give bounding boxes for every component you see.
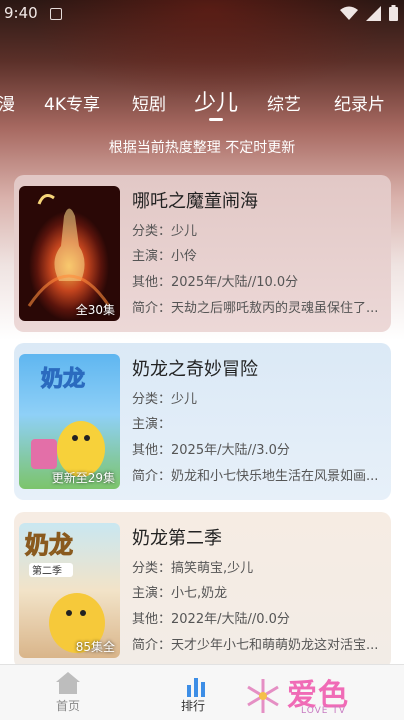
rank-icon xyxy=(187,678,205,697)
poster-image: 奶龙 第二季 85集全 xyxy=(19,523,120,658)
video-other: 其他：2022年/大陆//0.0分 xyxy=(132,612,290,627)
snowflake-icon xyxy=(247,679,279,713)
tab-4k[interactable]: 4K专享 xyxy=(44,90,100,115)
episode-badge: 全30集 xyxy=(75,303,115,317)
watermark-logo: 爱色 LOVE TV xyxy=(243,670,363,720)
battery-icon xyxy=(389,5,398,21)
tab-variety[interactable]: 综艺 xyxy=(267,90,301,115)
video-title: 奶龙第二季 xyxy=(132,528,222,549)
poster-image: 奶龙 更新至29集 xyxy=(19,354,120,489)
poster-image: 全30集 xyxy=(19,186,120,321)
video-title: 哪吒之魔童闹海 xyxy=(132,191,258,212)
wifi-icon xyxy=(340,6,358,20)
video-card[interactable]: 奶龙 更新至29集 奶龙之奇妙冒险 分类：少儿 主演： 其他：2025年/大陆/… xyxy=(14,343,391,500)
video-cast: 主演：小伶 xyxy=(132,249,198,264)
category-tabs: 漫 4K专享 短剧 少儿 综艺 纪录片 xyxy=(0,80,404,121)
video-other: 其他：2025年/大陆//10.0分 xyxy=(132,275,299,290)
video-category: 分类：少儿 xyxy=(132,224,198,239)
home-icon xyxy=(56,672,80,694)
status-time: 9:40 xyxy=(4,4,38,22)
video-card[interactable]: 全30集 哪吒之魔童闹海 分类：少儿 主演：小伶 其他：2025年/大陆//10… xyxy=(14,175,391,332)
video-intro: 简介：天劫之后哪吒敖丙的灵魂虽保住了... xyxy=(132,301,379,316)
status-bar: 9:40 xyxy=(0,0,404,28)
status-icons xyxy=(340,5,398,21)
video-category: 分类：少儿 xyxy=(132,392,198,407)
notification-icon xyxy=(50,8,62,20)
video-card[interactable]: 奶龙 第二季 85集全 奶龙第二季 分类：搞笑萌宝,少儿 主演：小七,奶龙 其他… xyxy=(14,512,391,669)
tab-kids[interactable]: 少儿 xyxy=(194,85,238,117)
video-category: 分类：搞笑萌宝,少儿 xyxy=(132,561,254,576)
episode-badge: 更新至29集 xyxy=(51,471,115,485)
tab-documentary[interactable]: 纪录片 xyxy=(334,90,385,115)
video-intro: 简介：奶龙和小七快乐地生活在风景如画... xyxy=(132,469,379,484)
signal-icon xyxy=(366,5,381,21)
svg-text:第二季: 第二季 xyxy=(32,564,62,577)
active-tab-indicator xyxy=(209,118,223,121)
svg-text:奶龙: 奶龙 xyxy=(25,531,73,559)
video-cast: 主演：小七,奶龙 xyxy=(132,586,228,601)
watermark-subtext: LOVE TV xyxy=(301,706,346,716)
tab-anime[interactable]: 漫 xyxy=(0,90,15,115)
nav-home-label[interactable]: 首页 xyxy=(50,697,86,714)
video-other: 其他：2025年/大陆//3.0分 xyxy=(132,443,290,458)
episode-badge: 85集全 xyxy=(75,640,115,654)
video-title: 奶龙之奇妙冒险 xyxy=(132,359,258,380)
video-cast: 主演： xyxy=(132,417,172,432)
tab-short-drama[interactable]: 短剧 xyxy=(132,90,166,115)
nav-rank-label[interactable]: 排行 xyxy=(181,697,205,714)
list-subtitle: 根据当前热度整理 不定时更新 xyxy=(108,140,296,156)
nav-home-button[interactable] xyxy=(50,671,86,699)
video-intro: 简介：天才少年小七和萌萌奶龙这对活宝... xyxy=(132,638,379,653)
svg-text:奶龙: 奶龙 xyxy=(41,366,85,392)
